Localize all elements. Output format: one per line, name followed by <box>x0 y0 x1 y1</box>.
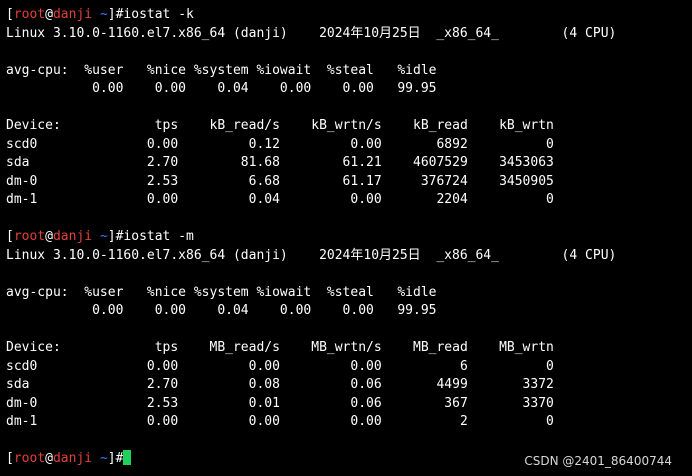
watermark: CSDN @2401_86400744 <box>524 454 672 468</box>
system-info-line: Linux 3.10.0-1160.el7.x86_64 (danji) 202… <box>6 247 617 263</box>
command-text: iostat -m <box>123 229 194 244</box>
prompt-user: root <box>13 7 46 22</box>
prompt-path: ~ <box>99 229 108 244</box>
command-line: [root@danji ~]#iostat -k <box>6 7 194 22</box>
device-row: sda 2.70 81.68 61.21 4607529 3453063 <box>6 155 554 170</box>
prompt-path: ~ <box>99 7 108 22</box>
cpu-values: 0.00 0.00 0.04 0.00 0.00 99.95 <box>6 81 437 96</box>
cpu-header: avg-cpu: %user %nice %system %iowait %st… <box>6 62 437 78</box>
cpu-values: 0.00 0.00 0.04 0.00 0.00 99.95 <box>6 303 437 318</box>
command-text: iostat -k <box>123 7 194 22</box>
device-row: scd0 0.00 0.00 0.00 6 0 <box>6 358 554 374</box>
cpu-header: avg-cpu: %user %nice %system %iowait %st… <box>6 284 437 300</box>
device-row: dm-0 2.53 6.68 61.17 376724 3450905 <box>6 173 554 189</box>
system-info-line: Linux 3.10.0-1160.el7.x86_64 (danji) 202… <box>6 25 617 41</box>
device-header: Device: tps MB_read/s MB_wrtn/s MB_read … <box>6 340 554 355</box>
prompt-user: root <box>13 451 46 466</box>
prompt-path: ~ <box>99 451 108 466</box>
device-row: scd0 0.00 0.12 0.00 6892 0 <box>6 136 554 152</box>
text-cursor[interactable] <box>123 450 132 465</box>
device-row: dm-1 0.00 0.00 0.00 2 0 <box>6 414 554 429</box>
device-row: sda 2.70 0.08 0.06 4499 3372 <box>6 377 554 392</box>
prompt-user: root <box>13 229 46 244</box>
terminal-output[interactable]: [root@danji ~]#iostat -k Linux 3.10.0-11… <box>6 6 692 469</box>
device-header: Device: tps kB_read/s kB_wrtn/s kB_read … <box>6 118 554 133</box>
prompt-host: danji <box>52 451 93 466</box>
device-row: dm-0 2.53 0.01 0.06 367 3370 <box>6 395 554 411</box>
prompt-host: danji <box>52 7 93 22</box>
prompt-host: danji <box>52 229 93 244</box>
device-row: dm-1 0.00 0.04 0.00 2204 0 <box>6 192 554 207</box>
command-line: [root@danji ~]#iostat -m <box>6 229 194 244</box>
